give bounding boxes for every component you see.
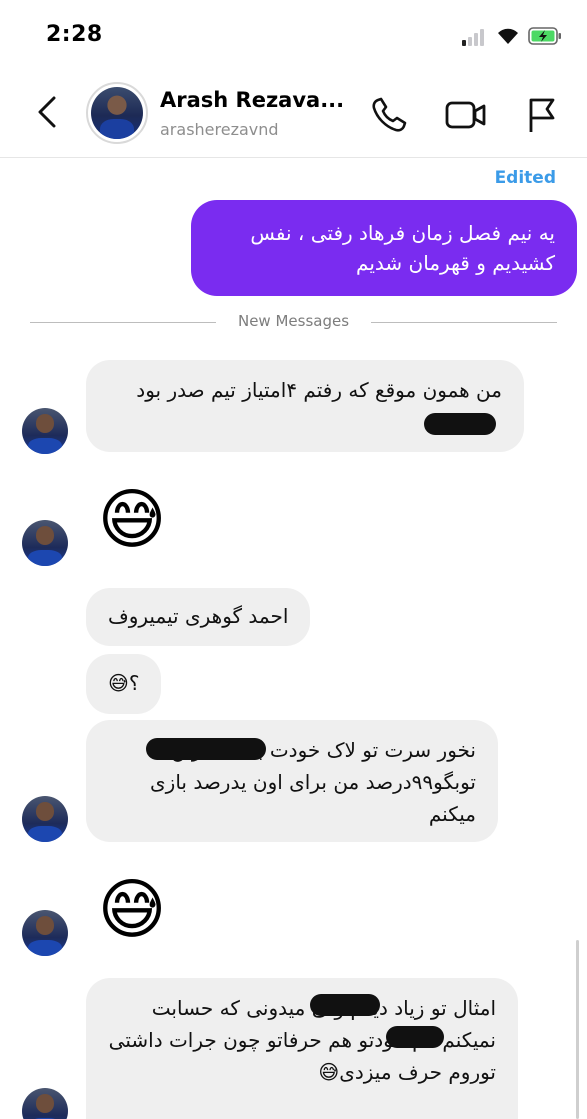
chat-header: Arash Rezava... arasherezavnd xyxy=(0,70,587,158)
flag-icon[interactable] xyxy=(526,96,558,134)
video-camera-icon[interactable] xyxy=(444,98,488,132)
phone-icon[interactable] xyxy=(370,96,408,134)
incoming-message-bubble[interactable]: ؟😅 xyxy=(86,654,162,714)
redaction-mark xyxy=(424,412,496,435)
avatar-image xyxy=(91,87,143,139)
battery-charging-icon xyxy=(528,27,561,45)
sender-avatar[interactable] xyxy=(22,408,68,454)
incoming-message-bubble[interactable]: امثال تو زیاد دیدم ولی میدونی که حسابت ن… xyxy=(86,978,518,1119)
message-text: من همون موقع که رفتم ۴امتیاز تیم صدر بود xyxy=(136,378,502,402)
message-text: احمد گوهری تیمیروف xyxy=(108,604,289,628)
sender-avatar[interactable] xyxy=(22,910,68,956)
cellular-signal-icon xyxy=(462,28,488,46)
new-messages-label: New Messages xyxy=(237,312,350,330)
sender-avatar[interactable] xyxy=(22,1088,68,1119)
sender-avatar[interactable] xyxy=(22,796,68,842)
incoming-message-bubble[interactable]: احمد گوهری تیمیروف xyxy=(86,588,311,646)
back-chevron-icon[interactable] xyxy=(34,94,60,130)
outgoing-message-bubble[interactable]: یه نیم فصل زمان فرهاد رفتی ، نفس کشیدیم … xyxy=(191,200,577,296)
divider-line-right xyxy=(371,322,557,323)
contact-name[interactable]: Arash Rezava... xyxy=(160,88,344,112)
status-bar: 2:28 xyxy=(0,0,587,70)
wifi-icon xyxy=(498,28,518,44)
redaction-mark xyxy=(146,738,266,760)
edited-label: Edited xyxy=(494,168,556,188)
message-text: ؟😅 xyxy=(108,671,140,695)
contact-avatar[interactable] xyxy=(86,82,148,144)
redaction-mark xyxy=(310,994,380,1016)
incoming-message-bubble[interactable]: نخور سرت تو لاک خودت باشه افرین توبگو۹۹د… xyxy=(86,720,498,842)
incoming-message-bubble[interactable]: من همون موقع که رفتم ۴امتیاز تیم صدر بود xyxy=(86,360,524,452)
status-time: 2:28 xyxy=(46,22,103,47)
sender-avatar[interactable] xyxy=(22,520,68,566)
contact-handle[interactable]: arasherezavnd xyxy=(160,120,279,139)
emoji-message[interactable]: 😅 xyxy=(90,480,174,564)
scrollbar[interactable] xyxy=(576,940,579,1119)
redaction-mark xyxy=(386,1026,444,1048)
new-messages-divider: New Messages xyxy=(30,312,557,334)
emoji-message[interactable]: 😅 xyxy=(90,870,174,954)
